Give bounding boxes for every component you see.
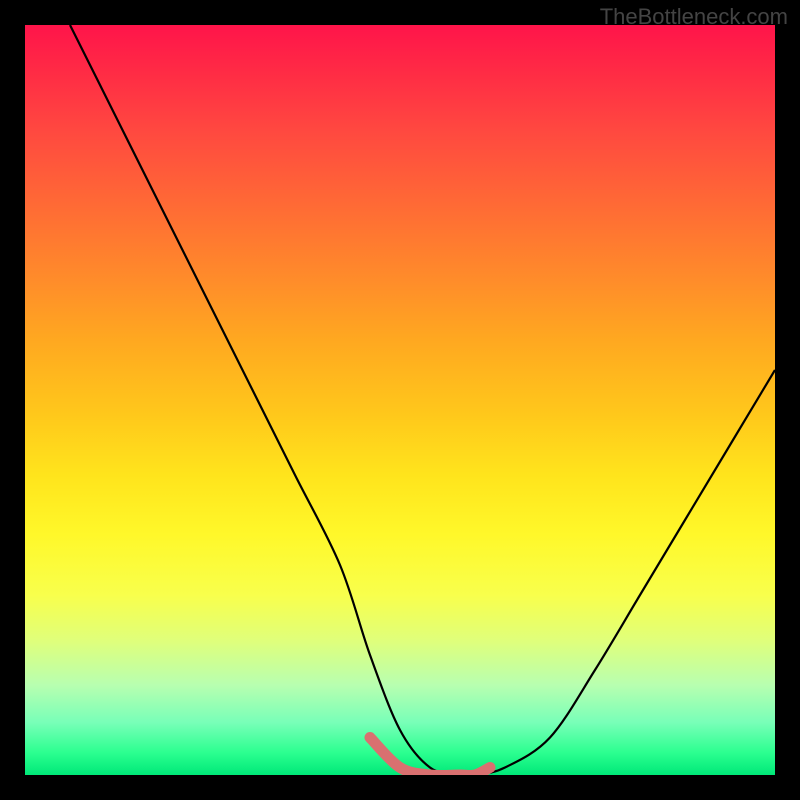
chart-svg xyxy=(25,25,775,775)
chart-frame xyxy=(25,25,775,775)
optimal-range-highlight xyxy=(370,738,490,776)
bottleneck-curve-line xyxy=(70,25,775,775)
watermark-text: TheBottleneck.com xyxy=(600,4,788,30)
